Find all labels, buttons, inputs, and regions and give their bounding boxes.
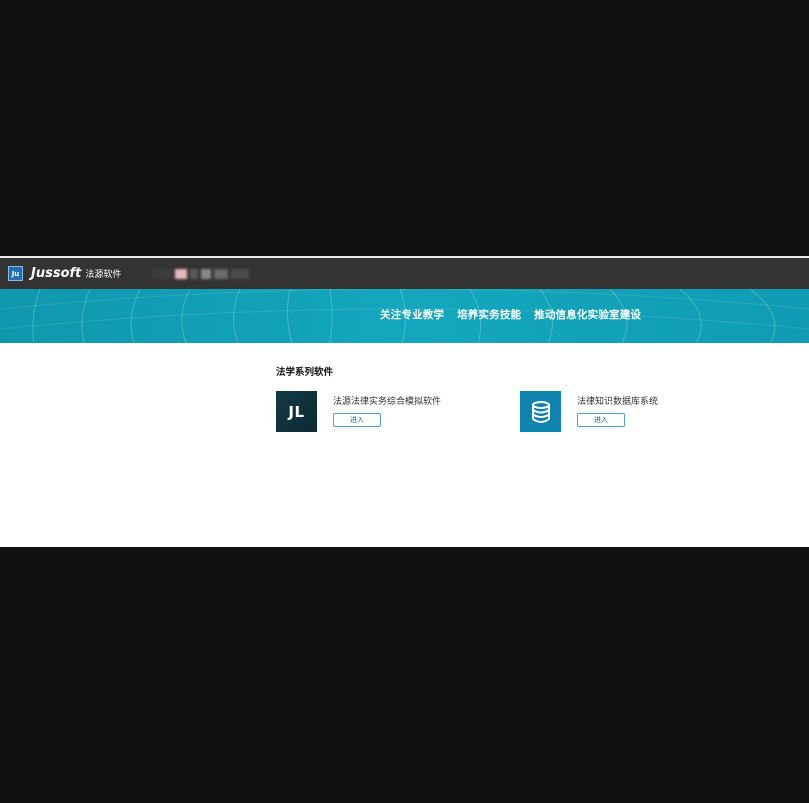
section-title: 法学系列软件 [276, 367, 334, 378]
screen-background-bottom [0, 547, 809, 803]
product-card-practice-simulation: JL 法源法律实务综合模拟软件 进入 [276, 391, 476, 433]
brand-subtitle: 法源软件 [85, 270, 122, 280]
enter-button[interactable]: 进入 [577, 413, 625, 427]
slogan-1: 关注专业教学 [380, 309, 445, 321]
database-icon[interactable] [520, 391, 561, 432]
slogan-3: 推动信息化实验室建设 [534, 309, 642, 321]
screen-background-top [0, 0, 809, 256]
product-card-knowledge-database: 法律知识数据库系统 进入 [520, 391, 720, 433]
banner-slogan: 关注专业教学 培养实务技能 推动信息化实验室建设 [380, 307, 650, 322]
jl-logo-text: JL [288, 402, 305, 421]
user-info-redacted [152, 265, 262, 283]
hero-banner: 关注专业教学 培养实务技能 推动信息化实验室建设 [0, 289, 809, 343]
product-name: 法律知识数据库系统 [577, 397, 659, 407]
brand-logo-text: Ju [11, 269, 20, 278]
slogan-2: 培养实务技能 [457, 309, 522, 321]
top-navigation-bar: Ju Jussoft 法源软件 [0, 258, 809, 289]
product-name: 法源法律实务综合模拟软件 [333, 397, 442, 407]
brand-name[interactable]: Jussoft [31, 266, 81, 281]
brand-logo-icon[interactable]: Ju [8, 266, 23, 281]
jl-logo-icon[interactable]: JL [276, 391, 317, 432]
app-window: Ju Jussoft 法源软件 关注专业教学 培养实务技能 推动信息化实验室建设… [0, 256, 809, 547]
enter-button[interactable]: 进入 [333, 413, 381, 427]
